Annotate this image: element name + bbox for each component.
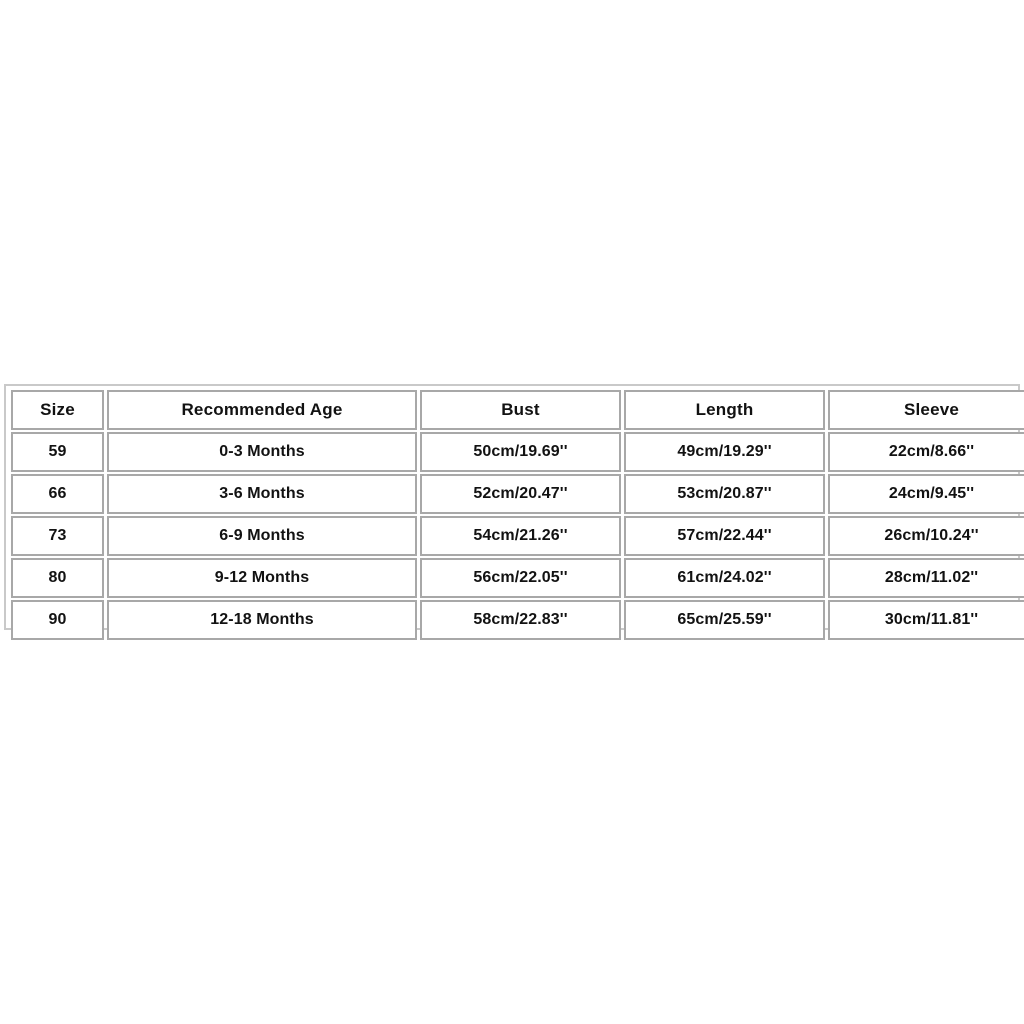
cell-length: 53cm/20.87'' (624, 474, 825, 514)
cell-length: 49cm/19.29'' (624, 432, 825, 472)
cell-length: 65cm/25.59'' (624, 600, 825, 640)
cell-bust: 56cm/22.05'' (420, 558, 621, 598)
cell-bust: 58cm/22.83'' (420, 600, 621, 640)
table-row: 90 12-18 Months 58cm/22.83'' 65cm/25.59'… (11, 600, 1024, 640)
cell-sleeve: 24cm/9.45'' (828, 474, 1024, 514)
size-chart-table: Size Recommended Age Bust Length Sleeve … (8, 388, 1024, 642)
size-chart-container: Size Recommended Age Bust Length Sleeve … (4, 384, 1024, 640)
cell-size: 80 (11, 558, 104, 598)
column-header-sleeve: Sleeve (828, 390, 1024, 430)
cell-bust: 52cm/20.47'' (420, 474, 621, 514)
cell-age: 9-12 Months (107, 558, 417, 598)
cell-sleeve: 28cm/11.02'' (828, 558, 1024, 598)
cell-age: 6-9 Months (107, 516, 417, 556)
cell-bust: 54cm/21.26'' (420, 516, 621, 556)
cell-length: 61cm/24.02'' (624, 558, 825, 598)
cell-size: 59 (11, 432, 104, 472)
table-header-row: Size Recommended Age Bust Length Sleeve (11, 390, 1024, 430)
column-header-length: Length (624, 390, 825, 430)
cell-age: 12-18 Months (107, 600, 417, 640)
cell-sleeve: 30cm/11.81'' (828, 600, 1024, 640)
column-header-size: Size (11, 390, 104, 430)
cell-age: 3-6 Months (107, 474, 417, 514)
table-row: 59 0-3 Months 50cm/19.69'' 49cm/19.29'' … (11, 432, 1024, 472)
size-chart-header: Size Recommended Age Bust Length Sleeve (11, 390, 1024, 430)
cell-age: 0-3 Months (107, 432, 417, 472)
size-chart-body: 59 0-3 Months 50cm/19.69'' 49cm/19.29'' … (11, 432, 1024, 640)
cell-sleeve: 22cm/8.66'' (828, 432, 1024, 472)
table-row: 73 6-9 Months 54cm/21.26'' 57cm/22.44'' … (11, 516, 1024, 556)
cell-bust: 50cm/19.69'' (420, 432, 621, 472)
column-header-age: Recommended Age (107, 390, 417, 430)
cell-size: 73 (11, 516, 104, 556)
table-row: 80 9-12 Months 56cm/22.05'' 61cm/24.02''… (11, 558, 1024, 598)
cell-length: 57cm/22.44'' (624, 516, 825, 556)
cell-sleeve: 26cm/10.24'' (828, 516, 1024, 556)
cell-size: 66 (11, 474, 104, 514)
column-header-bust: Bust (420, 390, 621, 430)
cell-size: 90 (11, 600, 104, 640)
table-row: 66 3-6 Months 52cm/20.47'' 53cm/20.87'' … (11, 474, 1024, 514)
